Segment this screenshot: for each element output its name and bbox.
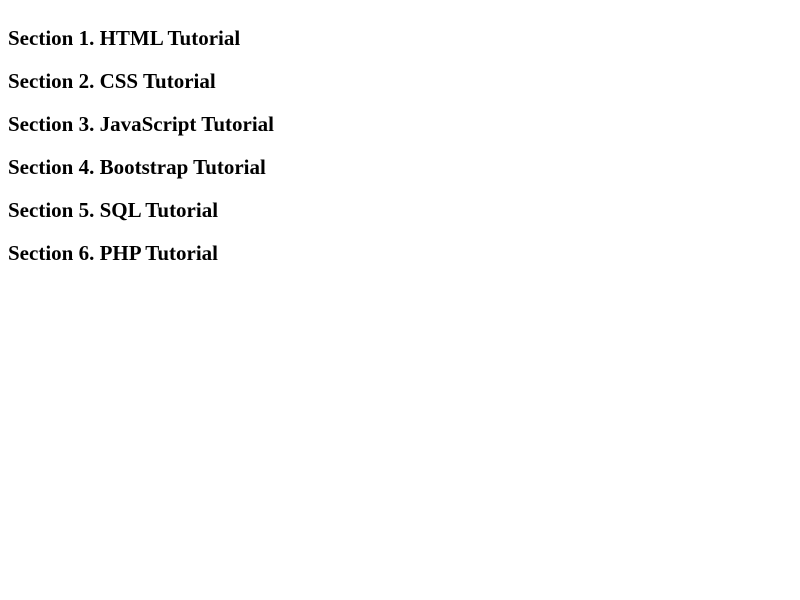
section-heading-2: Section 2. CSS Tutorial <box>8 69 792 94</box>
section-heading-1: Section 1. HTML Tutorial <box>8 26 792 51</box>
section-heading-6: Section 6. PHP Tutorial <box>8 241 792 266</box>
section-heading-5: Section 5. SQL Tutorial <box>8 198 792 223</box>
section-heading-4: Section 4. Bootstrap Tutorial <box>8 155 792 180</box>
section-heading-3: Section 3. JavaScript Tutorial <box>8 112 792 137</box>
